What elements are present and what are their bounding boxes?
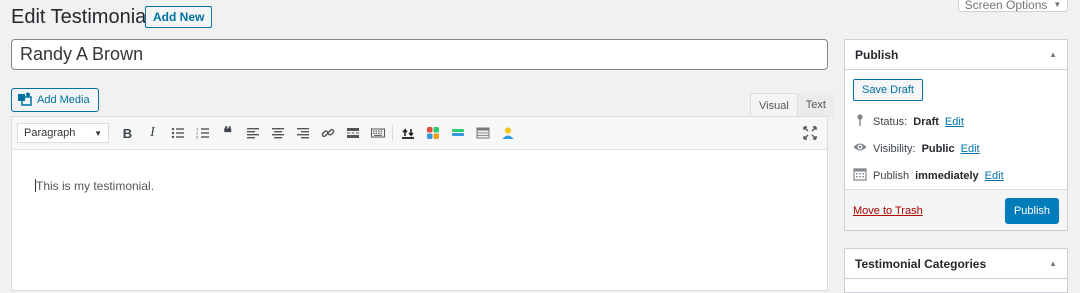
categories-box-title: Testimonial Categories [855,256,987,271]
read-more-icon[interactable] [341,122,365,144]
status-label: Status: [873,115,908,128]
status-value: Draft [913,115,939,128]
post-title-input[interactable]: Randy A Brown [11,39,828,70]
save-draft-button[interactable]: Save Draft [853,79,923,101]
link-icon[interactable] [316,122,340,144]
calendar-icon [853,167,867,184]
add-media-icon [18,92,32,109]
italic-button[interactable]: I [141,122,165,144]
publish-box-title: Publish [855,47,899,62]
add-media-button[interactable]: Add Media [11,88,99,112]
add-media-label: Add Media [37,94,90,106]
align-left-icon[interactable] [241,122,265,144]
upload-arrows-icon[interactable] [396,122,420,144]
layout-bar-icon[interactable] [446,122,470,144]
bullet-list-icon[interactable] [166,122,190,144]
user-lock-icon[interactable] [496,122,520,144]
editor: Paragraph ▼ B I 123 ❝ This is my testimo… [11,116,828,291]
color-grid-icon[interactable] [421,122,445,144]
align-center-icon[interactable] [266,122,290,144]
schedule-label: Publish [873,169,910,182]
visibility-row: Visibility: Public Edit [853,140,980,157]
editor-tabs: Visual Text [750,93,834,117]
numbered-list-icon[interactable]: 123 [191,122,215,144]
editor-toolbar: Paragraph ▼ B I 123 ❝ [12,117,827,150]
schedule-row: Publish immediately Edit [853,167,1004,184]
eye-icon [853,140,867,157]
format-select-value: Paragraph [24,127,76,139]
caret-up-icon[interactable]: ▲ [1049,50,1057,59]
editor-content[interactable]: This is my testimonial. [12,150,827,193]
editor-content-text: This is my testimonial. [36,179,155,193]
visibility-edit-link[interactable]: Edit [961,143,980,155]
page-title: Edit Testimonial [11,6,151,28]
status-edit-link[interactable]: Edit [945,116,964,128]
publish-box: Publish ▲ Save Draft Status: Draft Edit … [844,39,1068,231]
align-right-icon[interactable] [291,122,315,144]
schedule-value: immediately [915,169,979,182]
tab-text[interactable]: Text [797,93,834,117]
publish-box-header[interactable]: Publish ▲ [845,40,1067,70]
status-row: Status: Draft Edit [853,113,964,130]
table-icon[interactable] [471,122,495,144]
fullscreen-icon[interactable] [799,122,821,144]
toolbar-divider [392,125,393,141]
categories-box: Testimonial Categories ▲ [844,248,1068,293]
screen-options-label: Screen Options [964,0,1048,12]
svg-text:3: 3 [196,135,199,140]
pin-icon [853,113,867,130]
categories-box-header[interactable]: Testimonial Categories ▲ [845,249,1067,279]
caret-up-icon[interactable]: ▲ [1049,259,1057,268]
visibility-value: Public [921,142,955,155]
move-to-trash-link[interactable]: Move to Trash [853,205,923,217]
add-new-button[interactable]: Add New [145,6,213,28]
schedule-edit-link[interactable]: Edit [985,170,1004,182]
blockquote-icon[interactable]: ❝ [216,122,240,144]
caret-down-icon: ▼ [1053,0,1062,9]
tab-visual[interactable]: Visual [750,93,798,117]
publish-actions: Move to Trash Publish [845,189,1067,230]
post-title-value: Randy A Brown [20,44,144,64]
bold-button[interactable]: B [116,122,140,144]
publish-button[interactable]: Publish [1005,198,1059,224]
visibility-label: Visibility: [873,142,916,155]
format-select[interactable]: Paragraph ▼ [17,123,109,143]
keyboard-icon[interactable] [366,122,390,144]
chevron-down-icon: ▼ [94,128,102,138]
screen-options-button[interactable]: Screen Options ▼ [958,0,1068,12]
